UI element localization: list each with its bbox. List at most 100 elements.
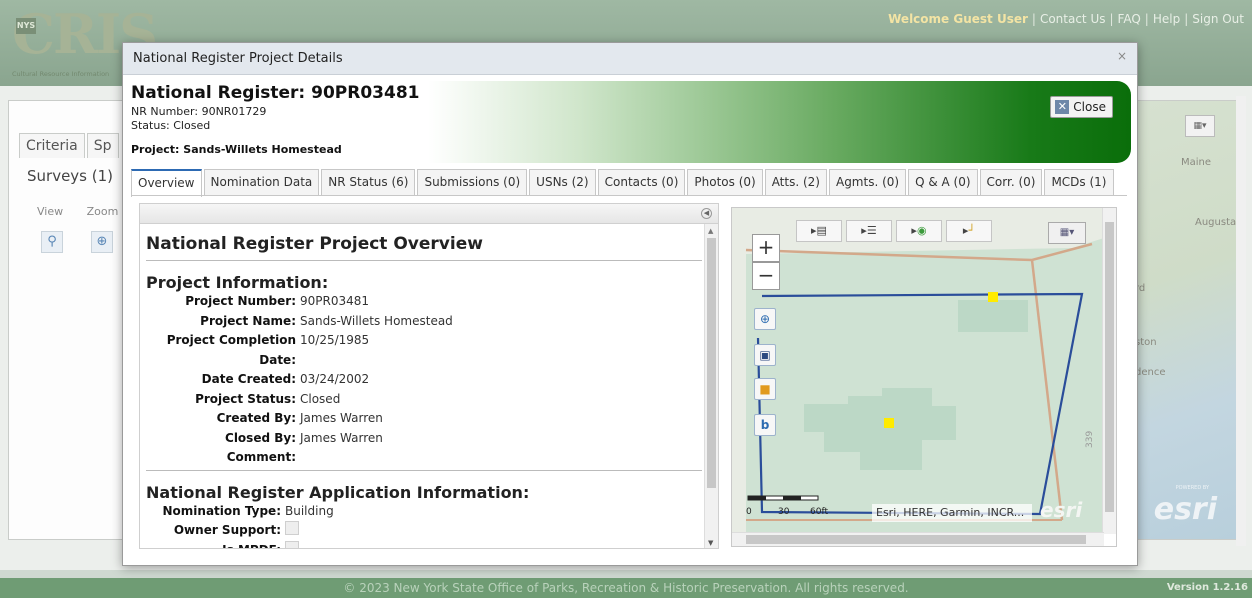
identify-icon[interactable]: ■ [754, 378, 776, 400]
project-info-row: Project Completion Date: 10/25/1985 [146, 331, 702, 370]
road-label: 339 [1085, 431, 1095, 448]
tab-atts[interactable]: Atts. (2) [764, 169, 827, 195]
contact-us-link[interactable]: Contact Us [1040, 12, 1106, 26]
background-map[interactable]: ▦▾ Maine Augusta rd ston dence POWERED B… [1128, 100, 1238, 540]
measure-tool[interactable]: ▸┘ [946, 220, 992, 242]
tab-nr-status[interactable]: NR Status (6) [321, 169, 416, 195]
map-horizontal-scrollbar[interactable] [732, 532, 1104, 546]
tab-qa[interactable]: Q & A (0) [908, 169, 978, 195]
tab-criteria[interactable]: Criteria [19, 133, 85, 158]
overview-scrollbar[interactable]: ▲ ▼ [704, 224, 718, 548]
tab-submissions[interactable]: Submissions (0) [417, 169, 528, 195]
basemap-gallery-icon[interactable]: ▦▾ [1048, 222, 1086, 244]
field-label: Owner Support: [173, 523, 281, 537]
top-links: Welcome Guest User | Contact Us | FAQ | Help | S… [888, 12, 1244, 26]
owner-support-checkbox[interactable] [285, 521, 299, 535]
parcel-map: 339 [745, 238, 1104, 534]
app-info-heading: National Register Application Informatio… [146, 482, 530, 502]
nr-status: Status: Closed [131, 119, 211, 132]
footer: © 2023 New York State Office of Parks, R… [0, 578, 1252, 598]
background-basemap-icon[interactable]: ▦▾ [1185, 115, 1215, 137]
legend-tool[interactable]: ▸☰ [846, 220, 892, 242]
map-label-ston: ston [1135, 337, 1157, 348]
sign-out-link[interactable]: Sign Out [1192, 12, 1244, 26]
map-vertical-scrollbar[interactable] [1102, 208, 1116, 534]
tab-mcds[interactable]: MCDs (1) [1044, 169, 1114, 195]
scale-bar: 0 30 60ft [746, 494, 836, 519]
full-extent-icon[interactable]: ▣ [754, 344, 776, 366]
overview-pane: ◀ National Register Project Overview Pro… [139, 203, 719, 549]
close-button[interactable]: ✕ Close [1050, 96, 1113, 118]
faq-link[interactable]: FAQ [1118, 12, 1141, 26]
resource-point-marker[interactable] [988, 292, 998, 302]
scroll-thumb[interactable] [707, 238, 716, 488]
welcome-text: Welcome Guest User [888, 12, 1028, 26]
tab-corr[interactable]: Corr. (0) [979, 169, 1043, 195]
collapse-icon[interactable]: ◀ [701, 208, 712, 219]
zoom-in-button[interactable]: + [752, 234, 780, 262]
field-label: Project Number: [185, 294, 296, 308]
layer-list-tool[interactable]: ▸▤ [796, 220, 842, 242]
add-data-tool[interactable]: ▸◉ [896, 220, 942, 242]
field-value: Closed [300, 391, 341, 406]
project-info-row: Closed By: James Warren [146, 429, 702, 449]
overview-heading: National Register Project Overview [146, 234, 702, 261]
map-canvas[interactable]: 339 ▸▤ ▸☰ ▸◉ ▸┘ ▦▾ + − ⊕ ▣ ■ b 0 30 60ft… [732, 208, 1104, 534]
help-link[interactable]: Help [1153, 12, 1180, 26]
tab-usns[interactable]: USNs (2) [529, 169, 596, 195]
field-value: Building [285, 503, 334, 518]
nr-project-name: Project: Sands-Willets Homestead [131, 143, 342, 156]
field-value: Sands-Willets Homestead [300, 313, 453, 328]
view-search-icon[interactable]: ⚲ [41, 231, 63, 253]
map-label-dence: dence [1135, 367, 1166, 378]
zoom-out-button[interactable]: − [752, 262, 780, 290]
zoom-icon[interactable]: ⊕ [91, 231, 113, 253]
nr-number: NR Number: 90NR01729 [131, 105, 267, 118]
background-columns: View Zoom [37, 205, 118, 218]
field-label: Nomination Type: [162, 503, 281, 518]
nr-project-details-dialog: National Register Project Details × Nati… [122, 42, 1138, 566]
map-vscroll-thumb[interactable] [1105, 222, 1114, 512]
tab-nomination-data[interactable]: Nomination Data [203, 169, 320, 195]
field-label: Created By: [216, 411, 296, 425]
scale-mid: 30 [778, 507, 790, 517]
is-mpdf-checkbox[interactable] [285, 540, 299, 548]
col-view: View [37, 205, 64, 218]
map-attribution[interactable]: Esri, HERE, Garmin, INCR... [872, 504, 1032, 522]
background-left-panel: Criteria Sp Surveys (1) View Zoom ⚲ ⊕ [8, 100, 126, 540]
surveys-label: Surveys (1) [27, 167, 114, 185]
project-info-row: Created By: James Warren [146, 409, 702, 429]
building-footprint [958, 300, 1028, 332]
map-powered-by: POWERED BY [1175, 485, 1209, 491]
nys-badge: NYS [16, 18, 36, 34]
zoom-to-icon[interactable]: ⊕ [754, 308, 776, 330]
project-info-row: Project Number: 90PR03481 [146, 292, 702, 312]
project-banner: National Register: 90PR03481 NR Number: … [127, 81, 1131, 163]
tab-photos[interactable]: Photos (0) [687, 169, 763, 195]
project-info-row: Comment: [146, 448, 702, 468]
page-scrollbar[interactable] [1236, 96, 1246, 546]
tab-bar: Overview Nomination Data NR Status (6) S… [131, 169, 1116, 197]
close-x-icon: ✕ [1055, 100, 1070, 114]
project-info-list: Project Number: 90PR03481 Project Name: Sa… [146, 292, 702, 468]
dialog-titlebar[interactable]: National Register Project Details × [123, 43, 1137, 75]
copyright: © 2023 New York State Office of Parks, R… [343, 581, 909, 595]
background-esri-logo: esri [1153, 492, 1217, 527]
dialog-close-icon[interactable]: × [1117, 49, 1127, 63]
tab-agmts[interactable]: Agmts. (0) [828, 169, 907, 195]
dialog-title: National Register Project Details [133, 51, 343, 66]
scale-end: 60ft [810, 507, 828, 517]
field-label: Is MPDF: [146, 541, 281, 549]
map-hscroll-thumb[interactable] [746, 535, 1086, 544]
field-value: James Warren [300, 430, 383, 445]
field-label: Closed By: [225, 430, 296, 445]
resource-point-marker[interactable] [884, 418, 894, 428]
tab-overview[interactable]: Overview [131, 169, 202, 197]
close-button-label: Close [1073, 100, 1106, 114]
tab-sp[interactable]: Sp [86, 133, 119, 158]
bing-icon[interactable]: b [754, 414, 776, 436]
overview-header-bar: ◀ [140, 204, 718, 224]
scroll-down-icon[interactable]: ▼ [708, 539, 713, 547]
scroll-up-icon[interactable]: ▲ [708, 227, 713, 235]
tab-contacts[interactable]: Contacts (0) [597, 169, 686, 195]
